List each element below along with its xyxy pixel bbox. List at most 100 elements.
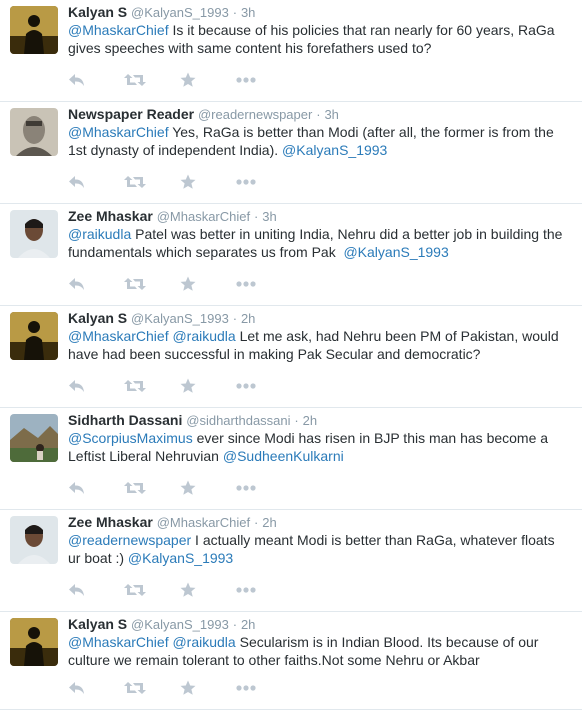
tweet-text-segment: Yes, RaGa is better than Modi (after all… [168,124,554,140]
more-button[interactable] [236,479,292,497]
user-name[interactable]: Kalyan S [68,616,127,632]
mention-link[interactable]: @KalyanS_1993 [282,142,387,158]
reply-button[interactable] [68,479,124,497]
retweet-icon [124,379,146,393]
reply-button[interactable] [68,275,124,293]
favorite-button[interactable] [180,581,236,599]
reply-button[interactable] [68,377,124,395]
user-handle[interactable]: @sidharthdassani [186,413,290,428]
avatar[interactable] [10,6,58,54]
reply-icon [68,481,86,495]
tweet-text-line: culture we remain tolerant to other fait… [68,651,572,669]
mention-link[interactable]: @readernewspaper [68,532,191,548]
more-button[interactable] [236,679,292,697]
mention-link[interactable]: @MhaskarChief [68,124,169,140]
mention-link[interactable]: @KalyanS_1993 [128,550,233,566]
tweet-text-segment: Let me ask, had Nehru been PM of Pakista… [235,328,559,344]
favorite-icon [180,480,196,496]
tweet-text-line: @MhaskarChief Is it because of his polic… [68,21,572,39]
retweet-button[interactable] [124,173,180,191]
avatar[interactable] [10,108,58,156]
favorite-button[interactable] [180,479,236,497]
avatar[interactable] [10,210,58,258]
user-name[interactable]: Zee Mhaskar [68,514,153,530]
avatar[interactable] [10,516,58,564]
timestamp[interactable]: 3h [324,107,338,122]
retweet-button[interactable] [124,71,180,89]
reply-icon [68,277,86,291]
tweet-text-line: Leftist Liberal Nehruvian @SudheenKulkar… [68,447,572,465]
more-button[interactable] [236,581,292,599]
timestamp[interactable]: 3h [241,5,255,20]
tweet-text-segment: ever since Modi has risen in BJP this ma… [192,430,549,446]
tweet-text-line: ur boat :) @KalyanS_1993 [68,549,572,567]
user-name[interactable]: Kalyan S [68,310,127,326]
tweet-text-segment: 1st dynasty of independent India). [68,142,283,158]
retweet-button[interactable] [124,275,180,293]
user-handle[interactable]: @KalyanS_1993 [131,5,229,20]
tweet-text-segment: Leftist Liberal Nehruvian [68,448,223,464]
tweet-text-line: @raikudla Patel was better in uniting In… [68,225,572,243]
tweet-text: @MhaskarChief Yes, RaGa is better than M… [68,123,572,159]
mention-link[interactable]: @raikudla [172,634,235,650]
more-button[interactable] [236,377,292,395]
tweet-text-line: have had been successful in making Pak S… [68,345,572,363]
user-name[interactable]: Sidharth Dassani [68,412,182,428]
user-handle[interactable]: @KalyanS_1993 [131,617,229,632]
timestamp[interactable]: 2h [241,311,255,326]
reply-button[interactable] [68,173,124,191]
tweet-actions [68,479,292,497]
retweet-icon [124,583,146,597]
avatar[interactable] [10,618,58,666]
mention-link[interactable]: @MhaskarChief [68,634,169,650]
avatar[interactable] [10,312,58,360]
user-name[interactable]: Newspaper Reader [68,106,194,122]
favorite-button[interactable] [180,173,236,191]
favorite-button[interactable] [180,275,236,293]
tweet-text-segment: fundamentals which separates us from Pak [68,244,344,260]
timestamp[interactable]: 3h [262,209,276,224]
separator: · [316,107,321,122]
retweet-button[interactable] [124,679,180,697]
tweet: Zee Mhaskar @MhaskarChief · 2h @readernew… [0,510,582,612]
user-name[interactable]: Kalyan S [68,4,127,20]
user-name[interactable]: Zee Mhaskar [68,208,153,224]
separator: · [254,209,259,224]
user-handle[interactable]: @MhaskarChief [157,515,250,530]
tweet-text-line: fundamentals which separates us from Pak… [68,243,572,261]
user-handle[interactable]: @readernewspaper [198,107,312,122]
favorite-icon [180,680,196,696]
timestamp[interactable]: 2h [262,515,276,530]
mention-link[interactable]: @ScorpiusMaximus [68,430,193,446]
more-button[interactable] [236,71,292,89]
mention-link[interactable]: @raikudla [68,226,131,242]
timestamp[interactable]: 2h [303,413,317,428]
tweet-actions [68,377,292,395]
favorite-button[interactable] [180,377,236,395]
more-button[interactable] [236,275,292,293]
retweet-button[interactable] [124,479,180,497]
tweet-text: @MhaskarChief @raikudla Let me ask, had … [68,327,572,363]
reply-button[interactable] [68,679,124,697]
favorite-button[interactable] [180,679,236,697]
separator: · [294,413,299,428]
reply-button[interactable] [68,71,124,89]
mention-link[interactable]: @raikudla [172,328,235,344]
reply-button[interactable] [68,581,124,599]
tweet: Kalyan S @KalyanS_1993 · 2h @MhaskarChief… [0,306,582,408]
reply-icon [68,583,86,597]
mention-link[interactable]: @KalyanS_1993 [343,244,448,260]
avatar[interactable] [10,414,58,462]
retweet-button[interactable] [124,377,180,395]
timestamp[interactable]: 2h [241,617,255,632]
mention-link[interactable]: @MhaskarChief [68,22,169,38]
tweet: Zee Mhaskar @MhaskarChief · 3h @raikudla … [0,204,582,306]
user-handle[interactable]: @MhaskarChief [157,209,250,224]
tweet: Kalyan S @KalyanS_1993 · 2h @MhaskarChief… [0,612,582,710]
user-handle[interactable]: @KalyanS_1993 [131,311,229,326]
mention-link[interactable]: @SudheenKulkarni [223,448,344,464]
retweet-button[interactable] [124,581,180,599]
more-button[interactable] [236,173,292,191]
mention-link[interactable]: @MhaskarChief [68,328,169,344]
favorite-button[interactable] [180,71,236,89]
